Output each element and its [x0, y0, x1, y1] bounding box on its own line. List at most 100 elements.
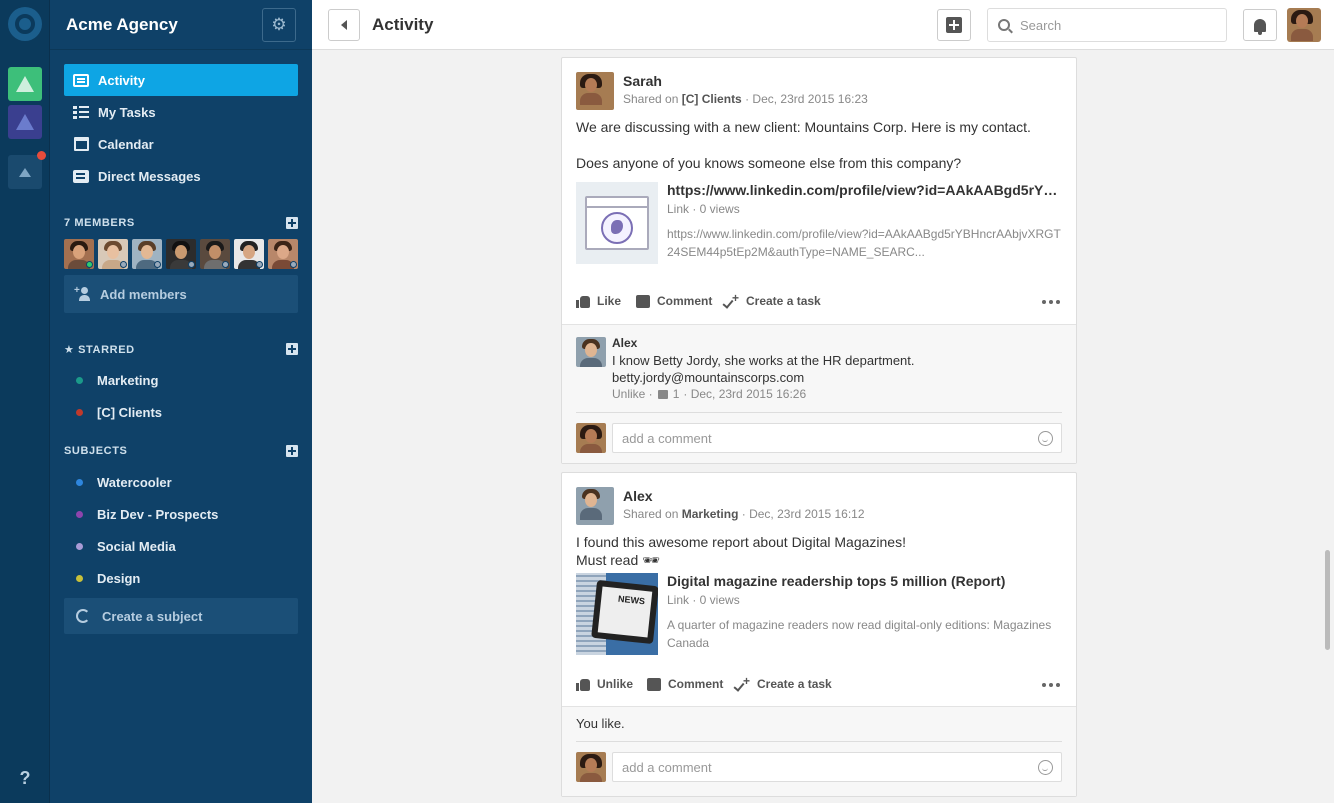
link-preview[interactable]: NEWS Digital magazine readership tops 5 … [576, 573, 1062, 668]
avatar[interactable] [200, 239, 230, 269]
channel-dot-icon [76, 478, 83, 486]
search-box[interactable] [987, 8, 1227, 42]
post-card: Sarah Shared on [C] Clients · Dec, 23rd … [561, 57, 1077, 464]
search-input[interactable] [1020, 17, 1210, 33]
nav-item-direct-messages[interactable]: Direct Messages [64, 160, 298, 192]
subjects-section-title: SUBJECTS [50, 441, 312, 461]
avatar[interactable] [576, 487, 614, 525]
member-avatars [50, 239, 312, 269]
messages-icon [72, 168, 90, 184]
page-title: Activity [372, 15, 434, 34]
add-comment-row [576, 742, 1062, 792]
create-task-button[interactable]: Create a task [724, 291, 821, 309]
sidebar-item-watercooler[interactable]: Watercooler [50, 466, 312, 498]
thumbs-up-icon [657, 389, 668, 399]
avatar[interactable] [268, 239, 298, 269]
main-nav: Activity My Tasks Calendar Direct Messag… [50, 50, 312, 192]
new-post-button[interactable] [937, 9, 971, 41]
add-subject-plus-icon[interactable] [286, 445, 298, 457]
comment-box[interactable] [612, 752, 1062, 782]
nav-item-calendar[interactable]: Calendar [64, 128, 298, 160]
comment-button[interactable]: Comment [636, 294, 712, 308]
post-actions: Like Comment Create a task [562, 283, 1076, 321]
workspace-rail: ? [0, 0, 50, 803]
avatar[interactable] [64, 239, 94, 269]
channel-dot-icon [76, 510, 83, 518]
avatar[interactable] [576, 72, 614, 110]
nav-item-activity[interactable]: Activity [64, 64, 298, 96]
user-avatar[interactable] [1287, 8, 1321, 42]
add-members-button[interactable]: + Add members [64, 275, 298, 313]
link-thumbnail-globe-icon [576, 182, 658, 264]
avatar[interactable] [98, 239, 128, 269]
app-logo-icon[interactable] [8, 7, 42, 41]
comment-input[interactable] [622, 430, 1022, 446]
channel-dot-icon [76, 408, 83, 416]
help-icon[interactable]: ? [0, 768, 50, 789]
post-channel-link[interactable]: Marketing [682, 507, 739, 521]
team-name[interactable]: Acme Agency [66, 15, 178, 35]
sidebar-item-biz-dev-prospects[interactable]: Biz Dev - Prospects [50, 498, 312, 530]
comment-meta: Unlike · 1 · Dec, 23rd 2015 16:26 [612, 387, 806, 401]
workspace-third-icon[interactable] [8, 151, 46, 189]
sidebar: Acme Agency ⚙ Activity My Tasks Calendar… [50, 0, 312, 803]
feed-scrollbar[interactable] [1325, 550, 1330, 650]
sidebar-item-design[interactable]: Design [50, 562, 312, 594]
notification-dot [37, 151, 46, 160]
comments-section: You like. [562, 706, 1076, 796]
avatar [576, 423, 606, 453]
emoji-icon[interactable] [1038, 431, 1053, 446]
nav-item-my-tasks[interactable]: My Tasks [64, 96, 298, 128]
link-description: A quarter of magazine readers now read d… [667, 618, 1052, 650]
create-subject-button[interactable]: Create a subject [64, 598, 298, 634]
link-stats: Link · 0 views [667, 593, 740, 607]
comment-box[interactable] [612, 423, 1062, 453]
like-button[interactable]: Like [576, 294, 621, 308]
unlike-button[interactable]: Unlike [576, 677, 633, 691]
thumbs-up-icon [576, 678, 590, 691]
chevron-left-icon [341, 20, 347, 30]
post-channel-link[interactable]: [C] Clients [682, 92, 742, 106]
avatar[interactable] [132, 239, 162, 269]
collapse-sidebar-button[interactable] [328, 9, 360, 41]
avatar[interactable] [166, 239, 196, 269]
avatar[interactable] [576, 337, 606, 367]
sidebar-item-clients[interactable]: [C] Clients [50, 396, 312, 428]
article-thumbnail: NEWS [576, 573, 658, 655]
post-author[interactable]: Sarah [623, 73, 662, 89]
post-author[interactable]: Alex [623, 488, 653, 504]
comment-button[interactable]: Comment [647, 677, 723, 691]
avatar [576, 752, 606, 782]
add-comment-row [576, 413, 1062, 463]
comment-author[interactable]: Alex [612, 336, 637, 350]
avatar[interactable] [234, 239, 264, 269]
plus-icon [946, 17, 962, 33]
comment-unlike-link[interactable]: Unlike · [612, 387, 653, 401]
comments-section: Alex I know Betty Jordy, she works at th… [562, 324, 1076, 463]
link-preview[interactable]: https://www.linkedin.com/profile/view?id… [576, 182, 1067, 277]
create-task-button[interactable]: Create a task [735, 674, 832, 692]
more-options-icon[interactable] [1042, 300, 1060, 304]
link-description: https://www.linkedin.com/profile/view?id… [667, 227, 1061, 259]
sidebar-item-social-media[interactable]: Social Media [50, 530, 312, 562]
add-member-plus-icon[interactable] [286, 217, 298, 229]
notifications-button[interactable] [1243, 9, 1277, 41]
comment-input[interactable] [622, 759, 1022, 775]
sidebar-item-marketing[interactable]: Marketing [50, 364, 312, 396]
activity-feed: Sarah Shared on [C] Clients · Dec, 23rd … [312, 50, 1334, 803]
top-header: Activity [312, 0, 1334, 50]
workspace-second-icon[interactable] [8, 105, 42, 139]
team-settings-gear-icon[interactable]: ⚙ [262, 8, 296, 42]
comment-icon [647, 677, 661, 691]
post-meta: Shared on [C] Clients · Dec, 23rd 2015 1… [623, 92, 868, 106]
link-title[interactable]: Digital magazine readership tops 5 milli… [667, 573, 1067, 589]
add-starred-plus-icon[interactable] [286, 343, 298, 355]
emoji-icon[interactable] [1038, 760, 1053, 775]
workspace-acme-icon[interactable] [8, 67, 42, 101]
tasks-icon [72, 104, 90, 120]
post-date: · Dec, 23rd 2015 16:23 [745, 92, 868, 106]
link-title[interactable]: https://www.linkedin.com/profile/view?id… [667, 182, 1067, 198]
likes-summary: You like. [576, 707, 1062, 742]
post-header: Sarah Shared on [C] Clients · Dec, 23rd … [562, 58, 1076, 118]
more-options-icon[interactable] [1042, 683, 1060, 687]
